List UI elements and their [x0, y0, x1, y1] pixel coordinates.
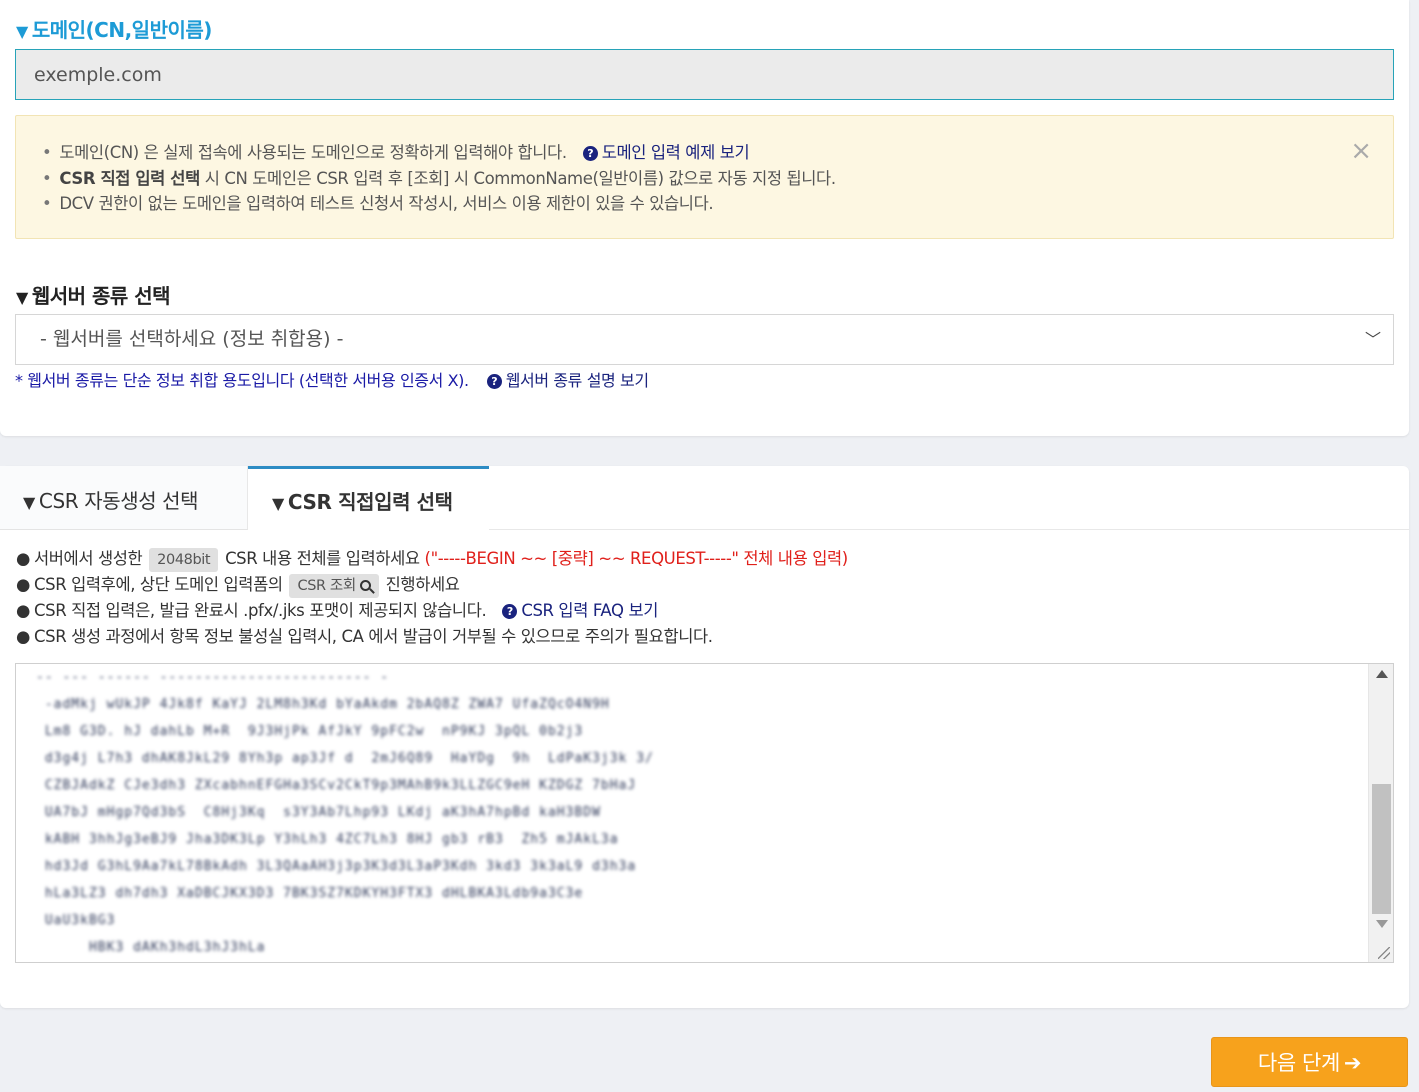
notice-line-1: • 도메인(CN) 은 실제 접속에 사용되는 도메인으로 정확하게 입력해야 합… [42, 143, 750, 162]
domain-input[interactable] [15, 49, 1394, 100]
webserver-select[interactable]: - 웹서버를 선택하세요 (정보 취합용) - ﹀ [15, 314, 1394, 365]
csr-panel: ▼ CSR 자동생성 선택 ▼ CSR 직접입력 선택 ● 서버에서 생성한 2048… [0, 466, 1409, 1008]
triangle-down-icon: ▼ [16, 288, 28, 307]
bit-chip: 2048bit [149, 548, 219, 572]
question-circle-icon: ? [486, 374, 502, 389]
notice-line-2: • CSR 직접 입력 선택 시 CN 도메인은 CSR 입력 후 [조회] 시 … [42, 168, 836, 188]
scroll-up-icon[interactable] [1376, 670, 1388, 678]
domain-notice-box: • 도메인(CN) 은 실제 접속에 사용되는 도메인으로 정확하게 입력해야 합… [15, 115, 1394, 239]
domain-title-label: 도메인(CN,일반이름) [31, 18, 213, 42]
scroll-thumb[interactable] [1372, 784, 1391, 914]
guide-line-2: ● CSR 입력후에, 상단 도메인 입력폼의 CSR 조회 진행하세요 [16, 572, 848, 598]
arrow-right-icon: ➔ [1343, 1051, 1362, 1075]
question-circle-icon: ? [582, 146, 598, 161]
csr-textarea[interactable]: -- --- ------ ------------------------ -… [15, 663, 1394, 963]
question-circle-icon: ? [502, 604, 518, 619]
tab-divider [489, 529, 1409, 530]
chevron-down-icon: ﹀ [1364, 330, 1381, 349]
next-step-button[interactable]: 다음 단계 ➔ [1211, 1037, 1408, 1087]
triangle-down-icon: ▼ [16, 22, 28, 41]
notice-line-3: • DCV 권한이 없는 도메인을 입력하여 테스트 신청서 작성시, 서비스 이… [42, 194, 714, 213]
domain-panel: ▼도메인(CN,일반이름) •도메인(CN) 은 실제 접속에 사용되는 도메인… [0, 0, 1409, 436]
guide-line-4: ● CSR 생성 과정에서 항목 정보 불성실 입력시, CA 에서 발급이 거부… [16, 626, 713, 646]
csr-faq-link[interactable]: ? CSR 입력 FAQ 보기 [502, 601, 658, 620]
resize-grip-icon[interactable] [1378, 947, 1390, 959]
tab-csr-auto[interactable]: ▼ CSR 자동생성 선택 [0, 466, 248, 530]
triangle-down-icon: ▼ [272, 494, 284, 513]
guide-line-3: ● CSR 직접 입력은, 발급 완료시 .pfx/.jks 포맷이 제공되지 않… [16, 601, 659, 620]
csr-lookup-chip: CSR 조회 [289, 574, 379, 598]
scroll-down-icon[interactable] [1376, 920, 1388, 928]
webserver-note: * 웹서버 종류는 단순 정보 취합 용도입니다 (선택한 서버용 인증서 X)… [15, 371, 649, 390]
tab-csr-direct[interactable]: ▼ CSR 직접입력 선택 [248, 466, 489, 530]
domain-example-link[interactable]: ? 도메인 입력 예제 보기 [582, 143, 750, 162]
webserver-help-link[interactable]: ? 웹서버 종류 설명 보기 [486, 371, 649, 390]
triangle-down-icon: ▼ [23, 493, 35, 512]
webserver-section-title: ▼ 웹서버 종류 선택 [16, 284, 171, 308]
csr-guide-list: ● 서버에서 생성한 2048bit CSR 내용 전체를 입력하세요 ("---… [16, 546, 848, 649]
guide-line-1: ● 서버에서 생성한 2048bit CSR 내용 전체를 입력하세요 ("---… [16, 546, 848, 572]
close-icon[interactable]: × [1350, 138, 1372, 164]
csr-content-redacted: -- --- ------ ------------------------ -… [36, 670, 654, 955]
search-icon [359, 580, 371, 591]
csr-scrollbar[interactable] [1368, 664, 1393, 962]
domain-section-title: ▼ 도메인(CN,일반이름) [16, 14, 212, 43]
